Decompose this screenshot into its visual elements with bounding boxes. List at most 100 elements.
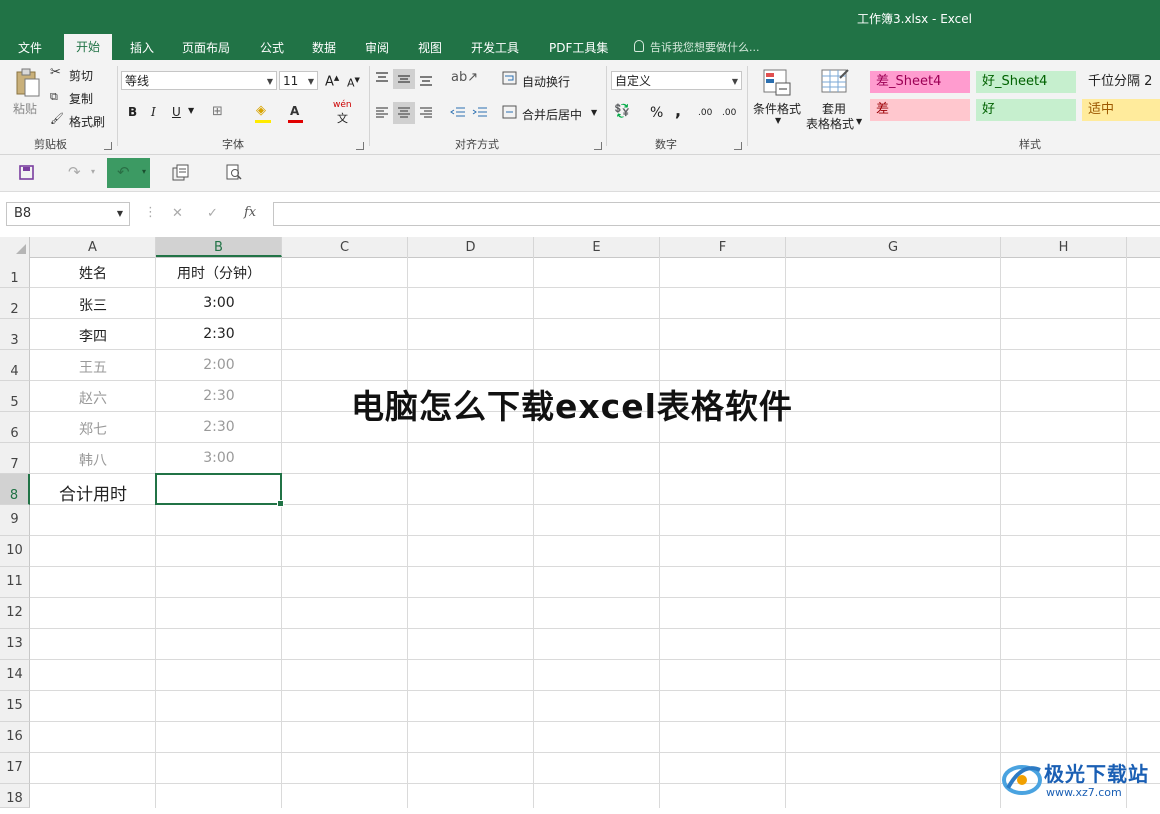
row-header-8[interactable]: 8 <box>0 474 30 505</box>
row-header-18[interactable]: 18 <box>0 784 30 808</box>
row-header-10[interactable]: 10 <box>0 536 30 567</box>
style-good-sheet4[interactable]: 好_Sheet4 <box>976 71 1076 93</box>
cell-a8[interactable]: 合计用时 <box>30 480 156 505</box>
row-header-7[interactable]: 7 <box>0 443 30 474</box>
cell-b7[interactable]: 3:00 <box>156 450 282 466</box>
fill-color-icon[interactable]: ◈ <box>256 104 266 118</box>
column-header-d[interactable]: D <box>408 237 534 257</box>
align-left-icon[interactable] <box>375 107 389 119</box>
column-header-g[interactable]: G <box>786 237 1001 257</box>
comma-button[interactable]: , <box>675 101 681 120</box>
format-as-table-button[interactable]: 表格格式 <box>806 115 854 132</box>
tab-formulas[interactable]: 公式 <box>260 39 284 56</box>
wrap-text-button[interactable]: 自动换行 <box>522 73 570 90</box>
chevron-down-icon[interactable]: ▼ <box>188 106 194 115</box>
tell-me-box[interactable]: 告诉我您想要做什么... <box>634 39 760 55</box>
decrease-decimal-icon[interactable]: .00 <box>722 108 736 118</box>
cell-a2[interactable]: 张三 <box>30 295 156 315</box>
align-right-icon[interactable] <box>419 107 433 119</box>
cell-b2[interactable]: 3:00 <box>156 295 282 311</box>
row-header-3[interactable]: 3 <box>0 319 30 350</box>
row-header-9[interactable]: 9 <box>0 505 30 536</box>
tab-review[interactable]: 审阅 <box>365 39 389 56</box>
cell-b5[interactable]: 2:30 <box>156 388 282 404</box>
cell-b1[interactable]: 用时（分钟） <box>156 263 282 283</box>
row-header-13[interactable]: 13 <box>0 629 30 660</box>
column-header-b[interactable]: B <box>156 237 282 257</box>
cell-b4[interactable]: 2:00 <box>156 357 282 373</box>
style-bad-sheet4[interactable]: 差_Sheet4 <box>870 71 970 93</box>
align-top-icon[interactable] <box>375 72 389 84</box>
tab-developer[interactable]: 开发工具 <box>471 39 519 56</box>
row-header-17[interactable]: 17 <box>0 753 30 784</box>
clipboard-launcher-icon[interactable] <box>104 142 112 150</box>
save-icon[interactable] <box>19 165 34 180</box>
name-box[interactable]: B8 ▼ <box>6 202 130 226</box>
underline-button[interactable]: U <box>172 105 181 119</box>
paste-button[interactable]: 粘贴 <box>13 100 37 117</box>
column-header-a[interactable]: A <box>30 237 156 257</box>
bold-button[interactable]: B <box>128 105 137 119</box>
format-painter-button[interactable]: 格式刷 <box>69 113 105 130</box>
row-header-14[interactable]: 14 <box>0 660 30 691</box>
column-header-e[interactable]: E <box>534 237 660 257</box>
formula-input[interactable] <box>273 202 1160 226</box>
align-middle-icon[interactable] <box>397 73 411 85</box>
increase-font-icon[interactable]: A▲ <box>325 74 339 89</box>
style-neutral[interactable]: 适中 <box>1082 99 1160 121</box>
phonetic-icon[interactable]: wén <box>333 100 352 110</box>
row-header-6[interactable]: 6 <box>0 412 30 443</box>
row-header-15[interactable]: 15 <box>0 691 30 722</box>
column-header-f[interactable]: F <box>660 237 786 257</box>
align-center-icon[interactable] <box>397 107 411 119</box>
conditional-format-button[interactable]: 条件格式 <box>753 100 801 117</box>
column-header-c[interactable]: C <box>282 237 408 257</box>
copy-button[interactable]: 复制 <box>69 90 93 107</box>
cell-a5[interactable]: 赵六 <box>30 388 156 408</box>
merge-center-button[interactable]: 合并后居中 <box>522 106 582 123</box>
select-all-button[interactable] <box>0 237 30 257</box>
cut-button[interactable]: 剪切 <box>69 67 93 84</box>
number-format-combo[interactable]: 自定义 ▼ <box>611 71 742 90</box>
tab-home[interactable]: 开始 <box>64 34 113 60</box>
fill-handle[interactable] <box>277 500 284 507</box>
chevron-down-icon[interactable]: ▼ <box>856 117 862 126</box>
font-size-combo[interactable]: 11 ▼ <box>279 71 318 90</box>
chevron-down-icon[interactable]: ▼ <box>591 108 597 117</box>
row-header-12[interactable]: 12 <box>0 598 30 629</box>
font-color-icon[interactable]: A <box>290 104 299 118</box>
cell-a3[interactable]: 李四 <box>30 326 156 346</box>
decrease-indent-icon[interactable] <box>450 107 466 119</box>
italic-button[interactable]: I <box>151 105 156 119</box>
cell-b6[interactable]: 2:30 <box>156 419 282 435</box>
tab-page-layout[interactable]: 页面布局 <box>182 39 230 56</box>
cancel-icon[interactable]: ✕ <box>172 206 183 221</box>
undo-button[interactable]: ↶ ▾ <box>107 158 150 188</box>
tab-file[interactable]: 文件 <box>18 39 42 56</box>
style-bad[interactable]: 差 <box>870 99 970 121</box>
tab-insert[interactable]: 插入 <box>130 39 154 56</box>
row-header-11[interactable]: 11 <box>0 567 30 598</box>
alignment-launcher-icon[interactable] <box>594 142 602 150</box>
row-header-5[interactable]: 5 <box>0 381 30 412</box>
selected-cell-b8[interactable] <box>155 473 284 507</box>
cell-a7[interactable]: 韩八 <box>30 450 156 470</box>
orientation-icon[interactable]: ab↗ <box>451 71 478 85</box>
align-bottom-icon[interactable] <box>419 74 433 86</box>
row-header-1[interactable]: 1 <box>0 257 30 288</box>
cell-a1[interactable]: 姓名 <box>30 263 156 283</box>
style-good[interactable]: 好 <box>976 99 1076 121</box>
row-header-16[interactable]: 16 <box>0 722 30 753</box>
tab-view[interactable]: 视图 <box>418 39 442 56</box>
percent-button[interactable]: % <box>650 105 663 121</box>
print-preview-icon[interactable] <box>226 164 243 181</box>
style-comma-2[interactable]: 千位分隔 2 <box>1082 71 1160 93</box>
cell-b3[interactable]: 2:30 <box>156 326 282 342</box>
paste-icon[interactable] <box>14 68 42 98</box>
chevron-down-icon[interactable]: ▾ <box>91 167 95 176</box>
cell-a6[interactable]: 郑七 <box>30 419 156 439</box>
number-launcher-icon[interactable] <box>734 142 742 150</box>
increase-decimal-icon[interactable]: .00 <box>698 108 712 118</box>
column-header-h[interactable]: H <box>1001 237 1127 257</box>
currency-icon[interactable]: 💱 <box>614 105 630 119</box>
